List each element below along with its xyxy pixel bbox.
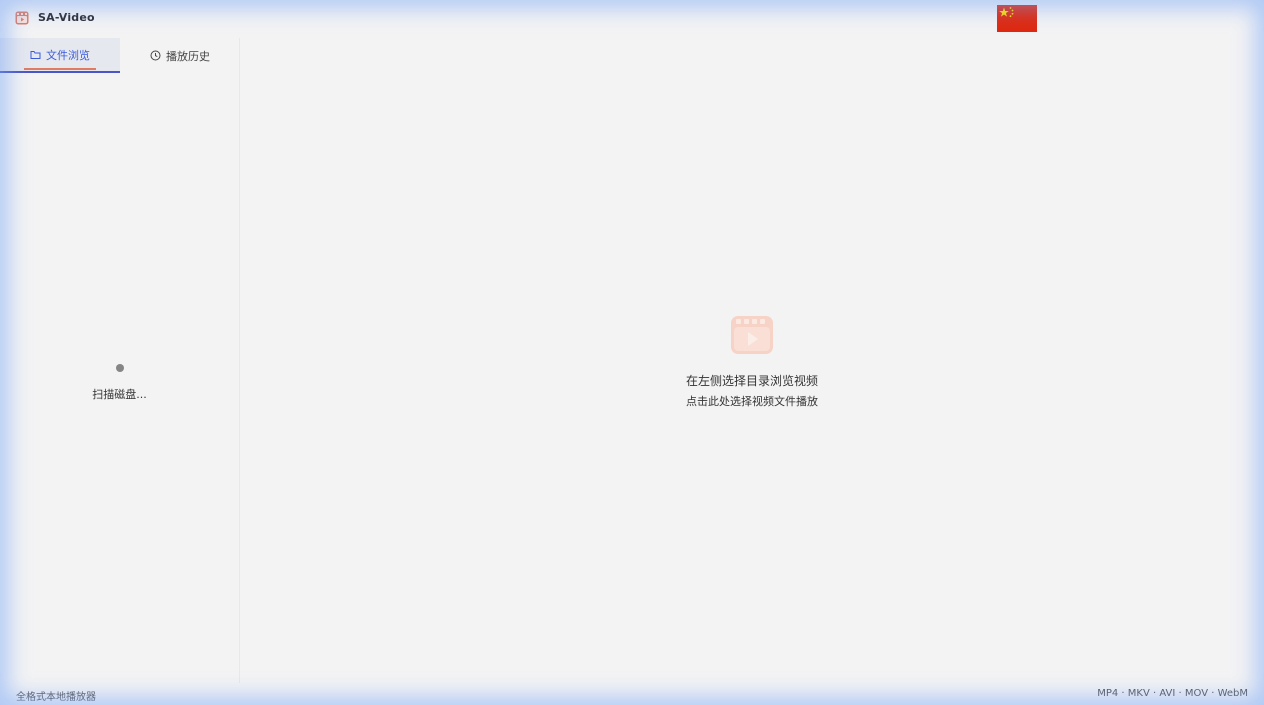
tab-accent-underline xyxy=(24,68,96,70)
status-left-text: 全格式本地播放器 xyxy=(16,692,96,703)
main-panel: 在左侧选择目录浏览视频 点击此处选择视频文件播放 xyxy=(240,38,1264,683)
tab-file-browser-label: 文件浏览 xyxy=(46,48,90,62)
select-video-file-link[interactable]: 点击此处选择视频文件播放 xyxy=(240,393,1264,409)
title-bar: SA-Video xyxy=(0,0,1264,38)
video-icon xyxy=(731,316,773,354)
tab-play-history-label: 播放历史 xyxy=(166,49,210,63)
china-flag-icon[interactable] xyxy=(997,5,1037,32)
app-title: SA-Video xyxy=(38,11,95,24)
empty-state-title: 在左侧选择目录浏览视频 xyxy=(685,374,818,388)
folder-icon xyxy=(30,50,41,59)
sidebar: 文件浏览 播放历史 扫描磁盘... xyxy=(0,38,240,683)
sidebar-tabs: 文件浏览 播放历史 xyxy=(0,38,239,73)
status-bar: 全格式本地播放器 MP4 · MKV · AVI · MOV · WebM xyxy=(0,683,1264,705)
tab-play-history[interactable]: 播放历史 xyxy=(120,38,240,73)
app-window: SA-Video 文件浏览 播放历史 扫描磁盘... 在左侧选择目录浏览视频 点… xyxy=(0,0,1264,705)
clock-icon xyxy=(150,50,161,61)
loading-text: 扫描磁盘... xyxy=(92,388,147,401)
supported-formats-text: MP4 · MKV · AVI · MOV · WebM xyxy=(1097,688,1248,699)
tab-file-browser[interactable]: 文件浏览 xyxy=(0,38,120,73)
loading-spinner xyxy=(116,364,124,372)
film-icon xyxy=(15,11,29,25)
